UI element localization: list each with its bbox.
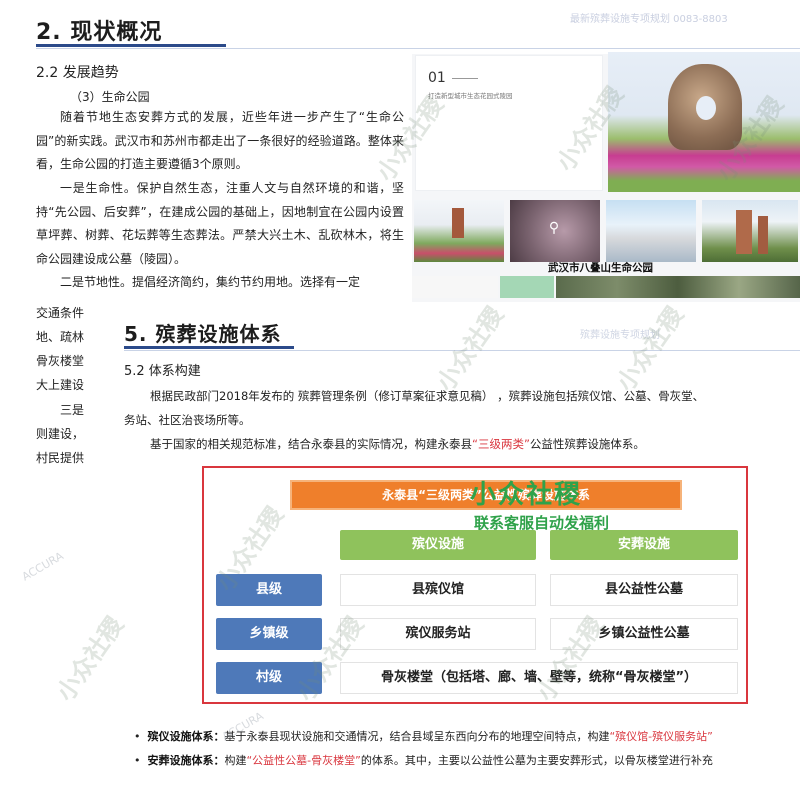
sub-item-heading: （3）生命公园	[70, 90, 150, 104]
bullet-item: • 安葬设施体系：构建“公益性公墓-骨灰楼堂”的体系。其中，主要以公益性公墓为主…	[134, 754, 713, 767]
bullet-title: 殡仪设施体系：	[147, 730, 225, 743]
title-divider	[36, 48, 800, 49]
paragraph-line: 务站、社区治丧场所等。	[124, 413, 251, 427]
continuation-line: 骨灰楼堂	[36, 354, 85, 368]
continuation-line: 交通条件	[36, 306, 85, 320]
bullet-highlight: “殡仪馆-殡仪服务站”	[609, 730, 713, 743]
photo-caption: 武汉市八叠山生命公园	[548, 262, 653, 274]
level-label-county: 县级	[216, 574, 322, 606]
paragraph-text: 公益性殡葬设施体系。	[529, 437, 645, 451]
card-dash	[452, 78, 478, 79]
card-number: 01	[428, 70, 446, 86]
tower-shape	[736, 210, 752, 254]
paragraph-1: 随着节地生态安葬方式的发展，近些年进一步产生了“生命公园”的新实践。武汉市和苏州…	[36, 110, 404, 171]
paragraph-3: 二是节地性。提倡经济简约，集约节约用地。选择有一定	[60, 275, 361, 289]
column-head-funeral: 殡仪设施	[340, 530, 536, 560]
title-underline	[36, 44, 226, 47]
bullet-text: 构建	[224, 754, 247, 767]
number-card: 01 打造新型城市生态花园式陵园	[416, 56, 602, 190]
continuation-line: 则建设，	[36, 427, 85, 441]
card-caption: 打造新型城市生态花园式陵园	[428, 92, 513, 100]
watermark-subtitle: 联系客服自动发福利	[474, 514, 610, 532]
tower-shape	[758, 216, 768, 254]
bullet-title: 安葬设施体系：	[147, 754, 225, 767]
paragraph-2: 一是生命性。保护自然生态，注重人文与自然环境的和谐，坚持“先公园、后安葬”，在建…	[36, 181, 404, 266]
highlight-text: “三级两类”	[472, 437, 530, 451]
continuation-line: 大上建设	[36, 378, 85, 392]
section-title: 2. 现状概况	[36, 20, 163, 45]
statue-shape	[452, 208, 464, 238]
back-page-top-tag: 最新殡葬设施专项规划 0083-8803	[570, 14, 728, 25]
front-page-top-tag: 殡葬设施专项规划	[580, 330, 660, 341]
level-label-township: 乡镇级	[216, 618, 322, 650]
continuation-line: 三是	[60, 403, 85, 417]
diagram-cell: 县殡仪馆	[340, 574, 536, 606]
photo-strip-green	[500, 276, 554, 298]
diagram-cell: 殡仪服务站	[340, 618, 536, 650]
title-underline	[124, 346, 294, 349]
photo-strip-blank	[412, 276, 498, 298]
bullet-text: 基于永泰县现状设施和交通情况，结合县域呈东西向分布的地理空间特点，构建	[224, 730, 610, 743]
bullet-text: 的体系。其中，主要以公益性公墓为主要安葬形式，以骨灰楼堂进行补充	[360, 754, 713, 767]
level-label-village: 村级	[216, 662, 322, 694]
watermark-small: ACCURA	[19, 549, 66, 584]
sub-section-heading: 5.2 体系构建	[124, 364, 201, 379]
column-head-burial: 安葬设施	[550, 530, 738, 560]
paragraph-text: 基于国家的相关规范标准，结合永泰县的实际情况，构建永泰县	[150, 437, 472, 451]
sub-section-heading: 2.2 发展趋势	[36, 65, 119, 81]
sculpture-hole	[696, 96, 716, 120]
bullet-highlight: “公益性公墓-骨灰楼堂”	[246, 754, 361, 767]
continuation-line: 地、疏林	[36, 330, 85, 344]
section-title: 5. 殡葬设施体系	[124, 322, 282, 346]
diagram-cell: 乡镇公益性公墓	[550, 618, 738, 650]
title-divider	[124, 350, 800, 351]
paragraph-line: 基于国家的相关规范标准，结合永泰县的实际情况，构建永泰县“三级两类”公益性殡葬设…	[150, 436, 645, 452]
photo-strip-image	[556, 276, 800, 298]
paragraph-line: 根据民政部门2018年发布的 殡葬管理条例（修订草案征求意见稿） ，殡葬设施包括…	[150, 389, 705, 403]
thumbnail-photo[interactable]	[606, 200, 696, 262]
search-icon[interactable]: ⚲	[544, 220, 564, 240]
continuation-line: 村民提供	[36, 451, 85, 465]
watermark-banner: 小众社稷	[470, 480, 583, 510]
diagram-cell: 县公益性公墓	[550, 574, 738, 606]
diagram-cell: 骨灰楼堂（包括塔、廊、墙、壁等，统称“骨灰楼堂”）	[340, 662, 738, 694]
